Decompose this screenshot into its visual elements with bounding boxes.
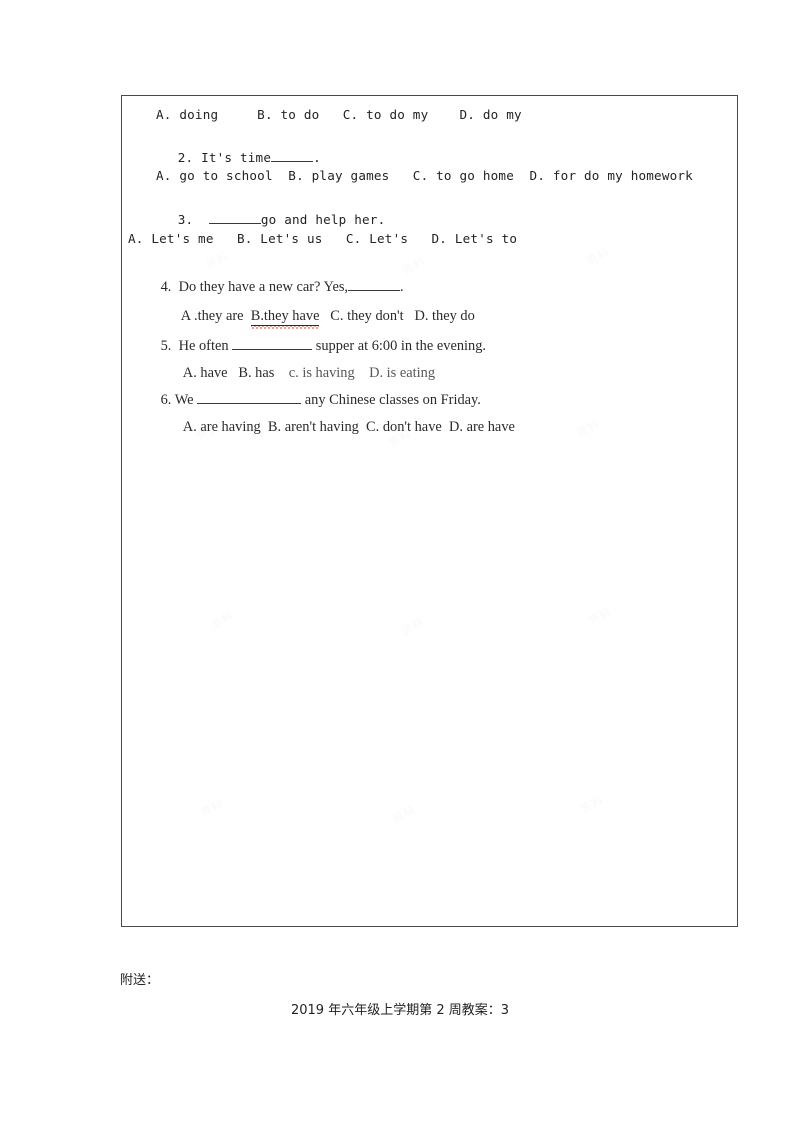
question-2-blank	[271, 160, 314, 162]
question-5-blank	[232, 349, 313, 351]
question-2-options: A. go to school B. play games C. to go h…	[156, 168, 693, 183]
question-6-option-a: A. are having	[182, 419, 261, 436]
question-6-option-d: D. are have	[448, 419, 515, 436]
question-3-options: A. Let's me B. Let's us C. Let's D. Let'…	[128, 231, 518, 246]
question-4-option-c: C. they don't	[330, 308, 404, 325]
question-4-stem-after: .	[400, 279, 404, 296]
question-6-option-b: B. aren't having	[267, 419, 359, 436]
question-2-stem-before: It's time	[201, 149, 272, 165]
question-6-options: A. are having B. aren't having C. don't …	[162, 406, 515, 449]
question-6-blank	[197, 403, 302, 405]
attachment-title: 2019 年六年级上学期第 2 周教案：3	[290, 1003, 510, 1018]
question-2-number: 2.	[177, 149, 194, 165]
question-3-blank	[208, 222, 261, 224]
question-3-stem-after: go and help her.	[260, 211, 386, 227]
question-4-option-d: D. they do	[414, 308, 475, 325]
question-4-number: 4.	[160, 279, 172, 296]
question-1-options: A. doing B. to do C. to do my D. do my	[156, 107, 522, 122]
question-4-option-b-marked: B.they have	[250, 308, 320, 327]
exercise-table-cell: A. doing B. to do C. to do my D. do my 2…	[122, 96, 737, 926]
question-2-stem-after: .	[313, 149, 321, 165]
exercise-table: A. doing B. to do C. to do my D. do my 2…	[121, 95, 738, 927]
question-4-option-a: A .they are	[180, 308, 244, 325]
attachment-label: 附送：	[120, 973, 160, 988]
question-6-option-c: C. don't have	[366, 419, 442, 436]
question-4-blank	[348, 290, 401, 292]
question-3-number: 3.	[177, 211, 194, 227]
question-4-stem-before: Do they have a new car? Yes,	[178, 279, 349, 296]
